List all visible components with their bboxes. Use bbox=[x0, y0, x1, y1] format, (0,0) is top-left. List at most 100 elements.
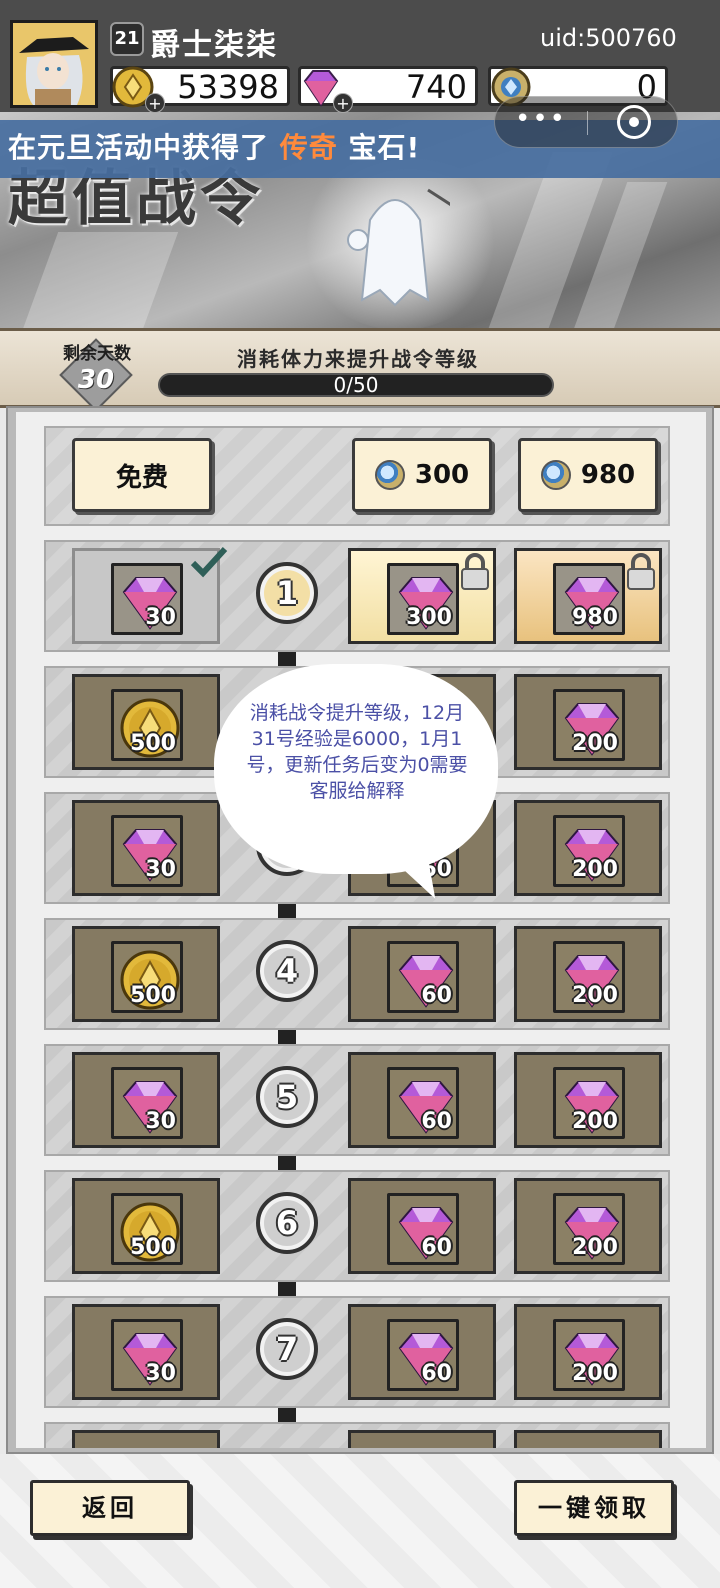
claim-all-button[interactable]: 一键领取 bbox=[514, 1480, 674, 1536]
free-reward-slot[interactable]: 500 bbox=[72, 926, 220, 1022]
free-reward-slot[interactable]: 500 bbox=[72, 674, 220, 770]
pass-token-icon bbox=[374, 460, 405, 490]
reward-amount: 30 bbox=[145, 1361, 176, 1386]
announcement-text: 在元旦活动中获得了 传奇 宝石! bbox=[8, 126, 420, 166]
reward-slot-partial[interactable] bbox=[72, 1430, 220, 1448]
reward-amount: 200 bbox=[572, 1235, 618, 1260]
reward-icon-box: 500 bbox=[111, 1193, 183, 1265]
remaining-days: 剩余天数 30 bbox=[56, 337, 138, 412]
tier1-reward-slot[interactable]: 60 bbox=[348, 1052, 496, 1148]
reward-list[interactable]: 免费 300 980 30300980150060200230602003500… bbox=[16, 412, 706, 1448]
free-tier-button[interactable]: 免费 bbox=[72, 438, 212, 512]
reward-icon-box: 60 bbox=[387, 1067, 459, 1139]
reward-icon-box: 500 bbox=[111, 689, 183, 761]
free-reward-slot[interactable]: 30 bbox=[72, 546, 228, 644]
add-gold-button[interactable]: + bbox=[145, 93, 165, 113]
tier1-reward-slot[interactable]: 300 bbox=[348, 548, 496, 644]
tier2-reward-slot[interactable]: 200 bbox=[514, 800, 662, 896]
reward-amount: 200 bbox=[572, 1109, 618, 1134]
back-button[interactable]: 返回 bbox=[30, 1480, 190, 1536]
reward-panel: 免费 300 980 30300980150060200230602003500… bbox=[6, 406, 714, 1454]
tier1-purchase-button[interactable]: 300 bbox=[352, 438, 492, 512]
reward-amount: 200 bbox=[572, 731, 618, 756]
reward-icon-box: 300 bbox=[387, 563, 459, 635]
tier1-reward-slot[interactable]: 60 bbox=[348, 1304, 496, 1400]
tier2-reward-slot[interactable]: 200 bbox=[514, 1052, 662, 1148]
reward-amount: 500 bbox=[130, 1235, 176, 1260]
reward-amount: 300 bbox=[406, 605, 452, 630]
reward-icon-box: 30 bbox=[111, 1319, 183, 1391]
gold-amount: 53398 bbox=[177, 68, 279, 106]
reward-amount: 200 bbox=[572, 1361, 618, 1386]
progress-text: 0/50 bbox=[333, 373, 379, 397]
remaining-days-value: 30 bbox=[77, 365, 115, 395]
miniprogram-capsule: ••• bbox=[494, 96, 678, 148]
reward-icon-box: 200 bbox=[553, 815, 625, 887]
reward-row: 500 60 200 bbox=[44, 918, 670, 1030]
announcement-suffix: 宝石! bbox=[348, 131, 421, 164]
reward-icon-box: 200 bbox=[553, 941, 625, 1013]
reward-amount: 200 bbox=[572, 857, 618, 882]
free-reward-slot[interactable]: 30 bbox=[72, 1052, 220, 1148]
reward-amount: 30 bbox=[145, 1109, 176, 1134]
reward-row: 30 300 980 bbox=[44, 540, 670, 652]
add-gem-button[interactable]: + bbox=[333, 93, 353, 113]
reward-amount: 60 bbox=[421, 1361, 452, 1386]
reward-icon-box: 30 bbox=[111, 1067, 183, 1139]
annotation-text: 消耗战令提升等级，12月31号经验是6000，1月1号，更新任务后变为0需要客服… bbox=[246, 702, 468, 802]
tier1-reward-slot[interactable]: 60 bbox=[348, 926, 496, 1022]
reward-amount: 500 bbox=[130, 731, 176, 756]
reward-amount: 500 bbox=[130, 983, 176, 1008]
tier2-reward-slot[interactable]: 200 bbox=[514, 926, 662, 1022]
level-marker: 4 bbox=[256, 940, 318, 1002]
free-tier-label: 免费 bbox=[115, 462, 168, 493]
avatar-portrait-icon bbox=[13, 23, 95, 105]
gem-currency: + 740 bbox=[298, 66, 478, 113]
pass-token-icon bbox=[540, 460, 571, 490]
close-target-icon[interactable] bbox=[617, 105, 651, 139]
reward-amount: 30 bbox=[145, 857, 176, 882]
tier-header-row: 免费 300 980 bbox=[44, 426, 670, 526]
lock-icon bbox=[627, 553, 655, 590]
free-reward-slot[interactable]: 30 bbox=[72, 800, 220, 896]
player-uid: uid:500760 bbox=[540, 24, 677, 52]
reward-icon-box: 60 bbox=[387, 1193, 459, 1265]
more-menu-icon[interactable]: ••• bbox=[495, 97, 587, 149]
reward-row-partial bbox=[44, 1422, 670, 1448]
player-avatar[interactable] bbox=[10, 20, 98, 108]
lock-icon bbox=[461, 553, 489, 590]
tier2-reward-slot[interactable]: 200 bbox=[514, 1178, 662, 1274]
remaining-days-label: 剩余天数 bbox=[63, 344, 131, 364]
tier2-reward-slot[interactable]: 200 bbox=[514, 674, 662, 770]
player-level-badge: 21 bbox=[110, 22, 144, 56]
reward-icon-box: 30 bbox=[111, 815, 183, 887]
tier2-reward-slot[interactable]: 200 bbox=[514, 1304, 662, 1400]
reward-icon-box: 60 bbox=[387, 1319, 459, 1391]
tier2-purchase-button[interactable]: 980 bbox=[518, 438, 658, 512]
pass-progress-bar: 0/50 bbox=[158, 373, 554, 397]
tier1-reward-slot[interactable]: 60 bbox=[348, 1178, 496, 1274]
reward-icon-box: 30 bbox=[111, 563, 183, 635]
reward-amount: 30 bbox=[145, 605, 176, 630]
tier2-reward-slot[interactable]: 980 bbox=[514, 548, 662, 644]
free-reward-slot[interactable]: 30 bbox=[72, 1304, 220, 1400]
upgrade-hint: 消耗体力来提升战令等级 bbox=[237, 347, 479, 371]
reward-amount: 60 bbox=[421, 1235, 452, 1260]
reward-icon-box: 200 bbox=[553, 1193, 625, 1265]
reward-row: 500 60 200 bbox=[44, 1170, 670, 1282]
reward-amount: 980 bbox=[572, 605, 618, 630]
announcement-prefix: 在元旦活动中获得了 bbox=[8, 131, 270, 164]
reward-icon-box: 980 bbox=[553, 563, 625, 635]
gem-amount: 740 bbox=[405, 68, 467, 106]
reward-row: 30 60 200 bbox=[44, 1044, 670, 1156]
reward-slot-partial[interactable] bbox=[514, 1430, 662, 1448]
reward-amount: 60 bbox=[421, 1109, 452, 1134]
reward-amount: 200 bbox=[572, 983, 618, 1008]
reward-slot-partial[interactable] bbox=[348, 1430, 496, 1448]
tier1-price: 300 bbox=[414, 460, 470, 490]
reward-icon-box: 200 bbox=[553, 1067, 625, 1139]
announcement-highlight: 传奇 bbox=[279, 131, 338, 164]
free-reward-slot[interactable]: 500 bbox=[72, 1178, 220, 1274]
reward-icon-box: 60 bbox=[387, 941, 459, 1013]
level-marker: 7 bbox=[256, 1318, 318, 1380]
